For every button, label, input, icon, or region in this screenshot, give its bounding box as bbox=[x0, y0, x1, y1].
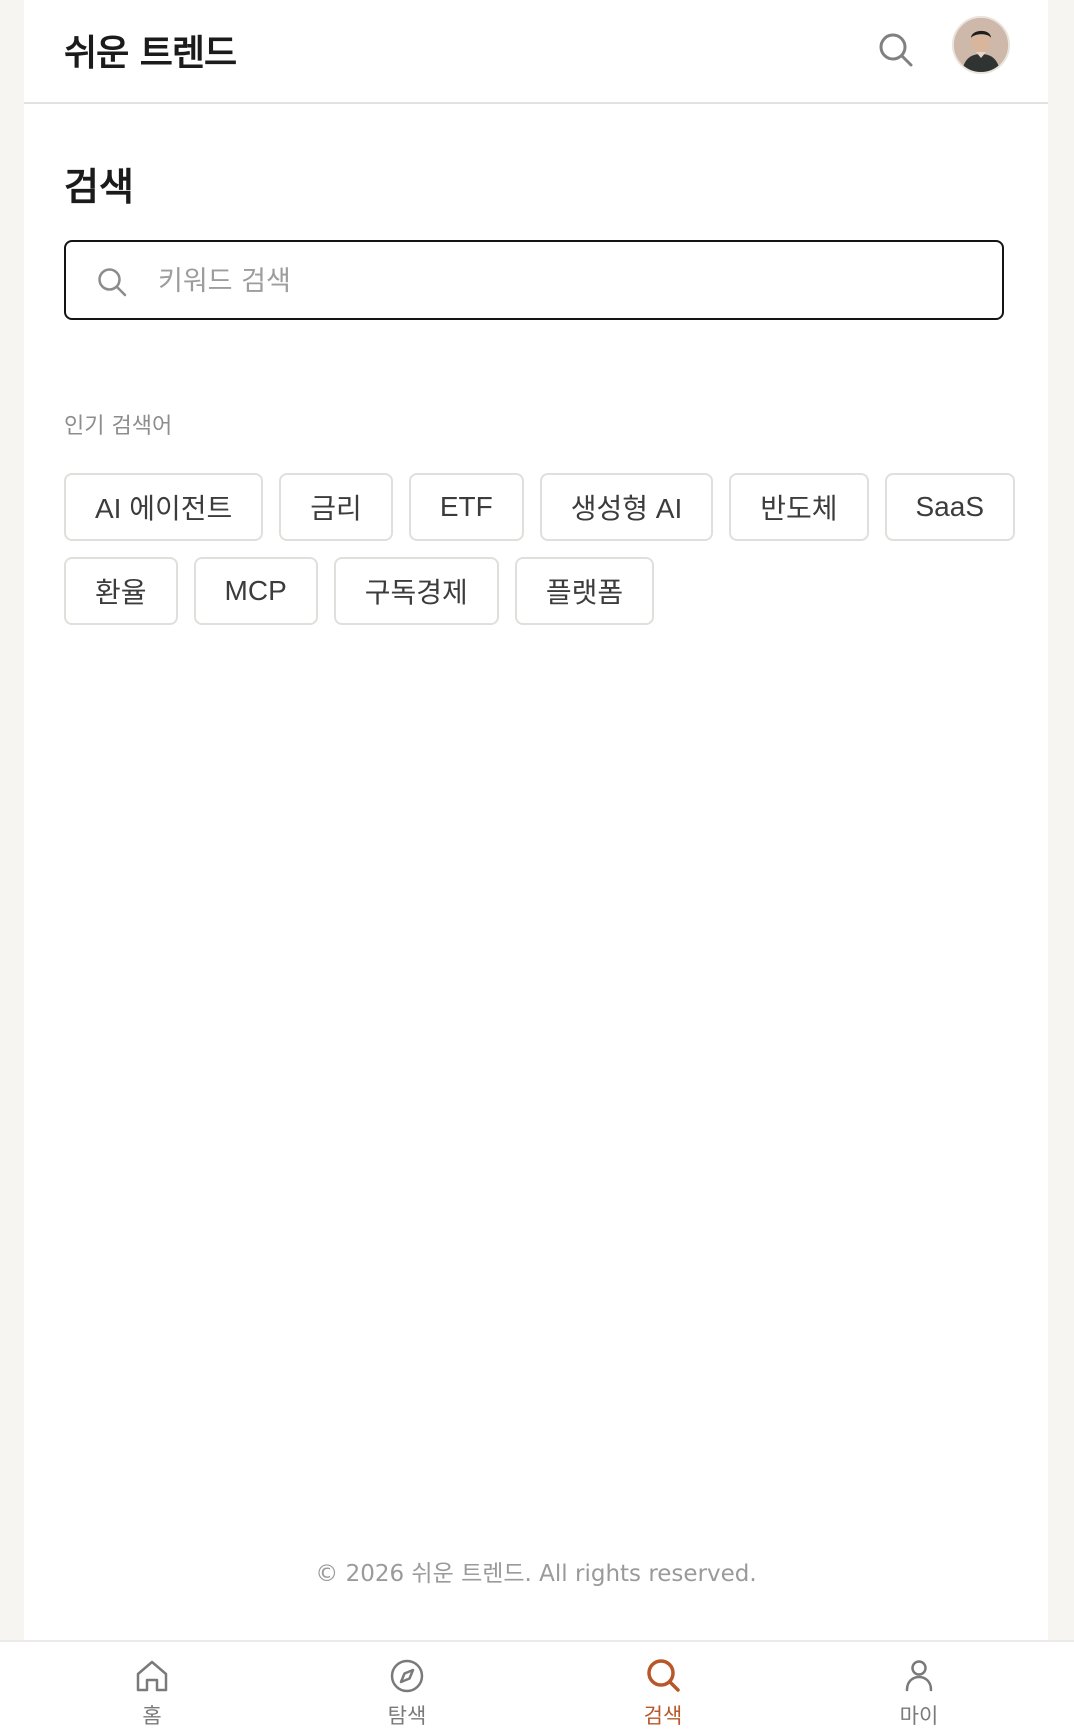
search-input[interactable] bbox=[156, 254, 980, 308]
keyword-chip[interactable]: SaaS bbox=[884, 473, 1015, 541]
search-icon bbox=[98, 268, 127, 297]
keyword-chip[interactable]: 금리 bbox=[279, 473, 393, 541]
compass-icon bbox=[390, 1659, 424, 1693]
popular-keywords-list: AI 에이전트 금리 ETF 생성형 AI 반도체 SaaS 환율 MCP 구독… bbox=[64, 473, 1024, 625]
tab-label: 탐색 bbox=[387, 1704, 427, 1728]
header-search-icon[interactable] bbox=[876, 30, 916, 70]
bottom-tab-bar: 홈 탐색 검색 마이 bbox=[0, 1640, 1074, 1734]
app-logo[interactable]: 쉬운 트렌드 bbox=[64, 24, 237, 76]
search-box[interactable] bbox=[64, 240, 1004, 320]
tab-my[interactable]: 마이 bbox=[849, 1642, 989, 1734]
keyword-chip[interactable]: 반도체 bbox=[729, 473, 869, 541]
keyword-chip[interactable]: MCP bbox=[193, 557, 318, 625]
tab-label: 검색 bbox=[643, 1704, 683, 1728]
keyword-chip[interactable]: ETF bbox=[408, 473, 524, 541]
page-title: 검색 bbox=[64, 164, 134, 209]
tab-explore[interactable]: 탐색 bbox=[337, 1642, 477, 1734]
user-avatar[interactable] bbox=[952, 16, 1010, 74]
user-icon bbox=[905, 1660, 933, 1692]
top-header: 쉬운 트렌드 bbox=[24, 0, 1048, 104]
tab-search[interactable]: 검색 bbox=[593, 1642, 733, 1734]
keyword-chip[interactable]: 생성형 AI bbox=[539, 473, 714, 541]
popular-keywords-label: 인기 검색어 bbox=[64, 414, 173, 439]
tab-home[interactable]: 홈 bbox=[82, 1642, 222, 1734]
app-container: 쉬운 트렌드 검색 인기 검색어 AI 에이전트 금리 bbox=[24, 0, 1048, 1734]
footer-copyright: © 2026 쉬운 트렌드. All rights reserved. bbox=[315, 1561, 757, 1587]
tab-label: 마이 bbox=[899, 1704, 939, 1728]
keyword-chip[interactable]: 플랫폼 bbox=[514, 557, 655, 625]
search-icon bbox=[647, 1659, 680, 1692]
keyword-chip[interactable]: 환율 bbox=[64, 557, 178, 625]
home-icon bbox=[136, 1660, 168, 1692]
keyword-chip[interactable]: 구독경제 bbox=[333, 557, 499, 625]
keyword-chip[interactable]: AI 에이전트 bbox=[64, 473, 264, 541]
tab-label: 홈 bbox=[142, 1704, 162, 1728]
